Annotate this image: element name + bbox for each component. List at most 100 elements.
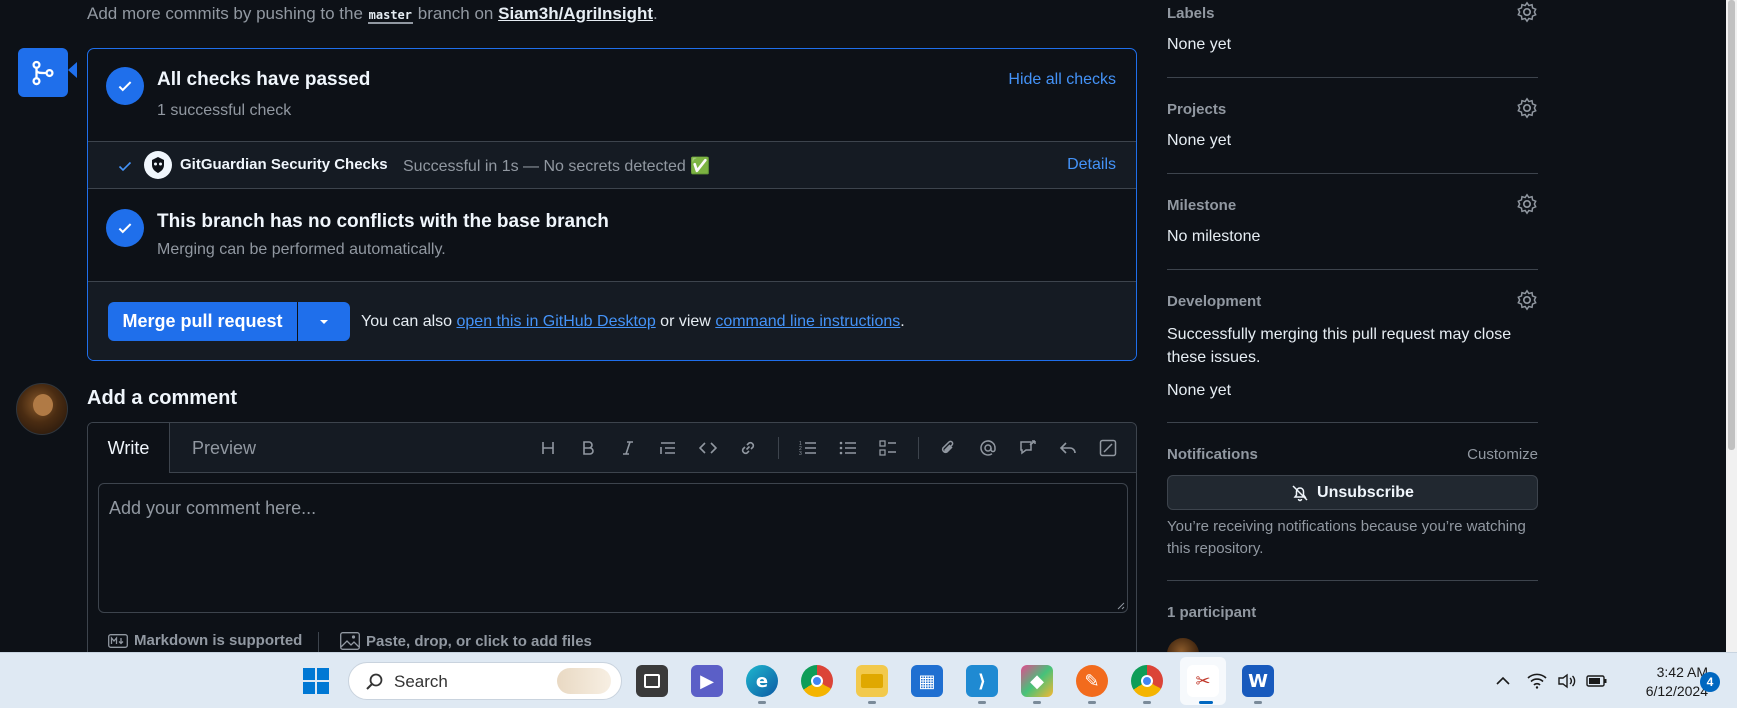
bold-icon[interactable] — [576, 436, 600, 460]
github-desktop-link[interactable]: open this in GitHub Desktop — [457, 313, 656, 330]
running-indicator — [978, 701, 986, 704]
file-explorer-icon[interactable] — [856, 665, 888, 697]
tab-write[interactable]: Write — [88, 423, 170, 473]
running-indicator — [1254, 701, 1262, 704]
svg-text:3: 3 — [799, 451, 802, 456]
no-conflicts-icon — [106, 209, 144, 247]
search-label: Search — [394, 672, 448, 691]
chrome-profile-icon[interactable] — [1131, 665, 1163, 697]
projects-section: Projects None yet — [1167, 78, 1538, 174]
unsubscribe-button[interactable]: Unsubscribe — [1167, 475, 1538, 510]
comment-placeholder: Add your comment here... — [109, 498, 317, 518]
code-icon[interactable] — [696, 436, 720, 460]
cross-reference-icon[interactable] — [1016, 436, 1040, 460]
snipping-tool-icon[interactable]: ✂ — [1187, 665, 1219, 697]
labels-value: None yet — [1167, 36, 1232, 53]
gitguardian-logo-icon — [144, 151, 172, 179]
development-value: None yet — [1167, 382, 1232, 399]
gear-icon[interactable] — [1516, 193, 1538, 215]
task-view-icon[interactable] — [636, 665, 668, 697]
participant-avatar[interactable] — [1167, 638, 1199, 652]
push-hint-middle: branch on — [417, 4, 494, 23]
vscode-icon[interactable]: ⟩ — [966, 665, 998, 697]
repo-link[interactable]: Siam3h/AgriInsight — [498, 4, 653, 23]
milestone-value: No milestone — [1167, 228, 1261, 245]
checks-subtitle: 1 successful check — [157, 102, 292, 119]
merge-options-dropdown[interactable] — [298, 302, 350, 341]
git-merge-icon — [18, 48, 68, 97]
battery-icon[interactable] — [1586, 670, 1608, 692]
unordered-list-icon[interactable] — [836, 436, 860, 460]
volume-icon[interactable] — [1556, 670, 1578, 692]
conflicts-subtitle: Merging can be performed automatically. — [157, 241, 446, 258]
system-clock[interactable]: 3:42 AM 6/12/2024 — [1618, 663, 1708, 701]
chrome-icon[interactable] — [801, 665, 833, 697]
quote-icon[interactable] — [656, 436, 680, 460]
projects-value: None yet — [1167, 132, 1232, 149]
checks-summary: All checks have passed 1 successful chec… — [88, 49, 1136, 141]
mention-icon[interactable] — [976, 436, 1000, 460]
app-icon[interactable]: ◆ — [1021, 665, 1053, 697]
markdown-note[interactable]: Markdown is supported — [108, 632, 302, 649]
paperclip-icon[interactable] — [936, 436, 960, 460]
hide-all-checks-link[interactable]: Hide all checks — [1008, 71, 1116, 89]
microsoft-store-icon[interactable]: ▦ — [911, 665, 943, 697]
gear-icon[interactable] — [1516, 97, 1538, 119]
milestone-heading[interactable]: Milestone — [1167, 197, 1236, 214]
toolbar-divider — [918, 437, 919, 459]
avatar[interactable] — [16, 383, 68, 435]
reply-icon[interactable] — [1056, 436, 1080, 460]
tab-preview[interactable]: Preview — [192, 423, 256, 473]
alternatives-suffix: . — [900, 313, 905, 330]
scrollbar-thumb[interactable] — [1728, 0, 1735, 450]
notification-badge[interactable]: 4 — [1700, 672, 1720, 692]
checks-title: All checks have passed — [157, 69, 371, 90]
gear-icon[interactable] — [1516, 289, 1538, 311]
command-line-link[interactable]: command line instructions — [715, 313, 900, 330]
check-name: GitGuardian Security Checks — [180, 156, 388, 173]
link-icon[interactable] — [736, 436, 760, 460]
resize-handle-icon[interactable] — [1115, 600, 1125, 610]
push-hint-prefix: Add more commits by pushing to the — [87, 4, 363, 23]
attach-files[interactable]: Paste, drop, or click to add files — [340, 632, 592, 650]
gear-icon[interactable] — [1516, 1, 1538, 23]
comment-input[interactable]: Add your comment here... — [98, 483, 1128, 613]
edge-browser-icon[interactable]: e — [746, 665, 778, 697]
footer-divider — [318, 632, 319, 652]
projects-heading[interactable]: Projects — [1167, 101, 1226, 118]
notifications-note: You’re receiving notifications because y… — [1167, 518, 1526, 557]
wifi-icon[interactable] — [1526, 670, 1548, 692]
windows-start-icon[interactable] — [300, 665, 332, 697]
check-icon — [118, 161, 132, 172]
labels-heading[interactable]: Labels — [1167, 5, 1215, 22]
check-details-link[interactable]: Details — [1067, 156, 1116, 174]
clock-time: 3:42 AM — [1656, 664, 1708, 680]
sidebar-divider — [1167, 580, 1538, 581]
word-icon[interactable]: W — [1242, 665, 1274, 697]
taskbar-search[interactable]: Search — [348, 662, 622, 700]
ordered-list-icon[interactable]: 123 — [796, 436, 820, 460]
task-list-icon[interactable] — [876, 436, 900, 460]
clock-date: 6/12/2024 — [1645, 683, 1708, 699]
teams-chat-icon[interactable]: ▶ — [691, 665, 723, 697]
chevron-up-icon[interactable] — [1492, 670, 1514, 692]
merge-actions: Merge pull request You can also open thi… — [88, 282, 1136, 360]
check-row: GitGuardian Security Checks Successful i… — [88, 141, 1136, 189]
customize-notifications-link[interactable]: Customize — [1467, 446, 1538, 463]
heading-icon[interactable] — [536, 436, 560, 460]
add-comment-heading: Add a comment — [87, 387, 238, 409]
italic-icon[interactable] — [616, 436, 640, 460]
merge-pull-request-button[interactable]: Merge pull request — [108, 302, 298, 341]
running-indicator — [868, 701, 876, 704]
postman-icon[interactable]: ✎ — [1076, 665, 1108, 697]
active-indicator — [1199, 701, 1213, 704]
development-note: Successfully merging this pull request m… — [1167, 326, 1512, 366]
comment-footer: Markdown is supported Paste, drop, or cl… — [88, 622, 1136, 652]
timeline-pointer — [68, 62, 77, 78]
development-heading[interactable]: Development — [1167, 293, 1261, 310]
page-scrollbar[interactable] — [1726, 0, 1737, 652]
push-hint-suffix: . — [653, 4, 658, 23]
fullscreen-edit-icon[interactable] — [1096, 436, 1120, 460]
merge-box: All checks have passed 1 successful chec… — [87, 48, 1137, 361]
bell-slash-icon — [1292, 484, 1308, 501]
